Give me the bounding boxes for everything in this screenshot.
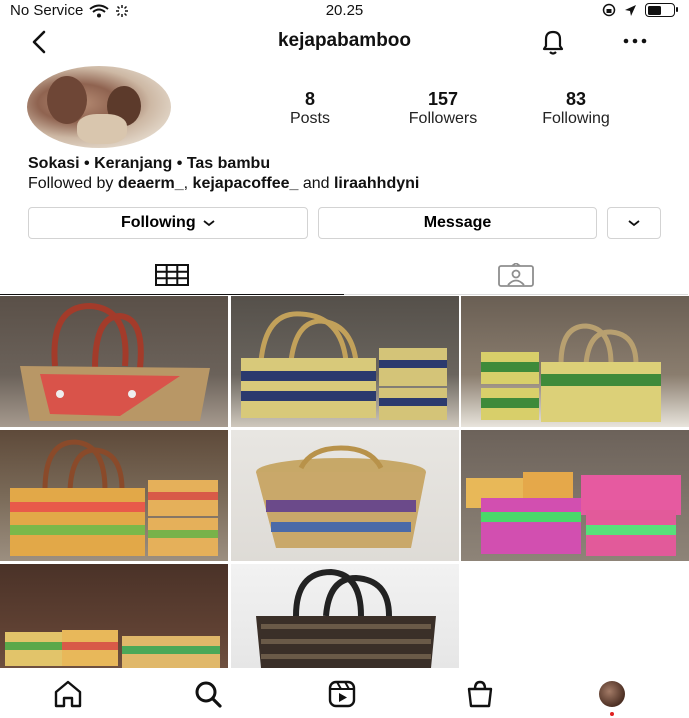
tab-posts-grid[interactable] (0, 255, 344, 295)
message-button-label: Message (423, 214, 492, 231)
status-right (602, 3, 678, 17)
rotation-lock-icon (602, 3, 616, 17)
more-options-icon[interactable] (620, 30, 650, 52)
posts-count: 8 (304, 89, 315, 109)
followed-by-user[interactable]: deaerm_ (118, 175, 184, 192)
basket-photo (466, 472, 681, 556)
basket-photo (481, 323, 661, 422)
notification-dot (610, 712, 614, 716)
location-icon (625, 4, 636, 16)
post-thumbnail[interactable] (0, 564, 228, 668)
followed-by-prefix: Followed by (28, 175, 118, 192)
profile-tabs (0, 255, 689, 295)
following-count: 83 (565, 89, 587, 109)
post-thumbnail[interactable] (461, 430, 689, 561)
basket-photo (5, 630, 220, 668)
bell-icon[interactable] (538, 27, 568, 57)
grid-icon (155, 264, 189, 286)
followed-by-and: and (298, 175, 334, 192)
following-label: Following (542, 110, 610, 127)
home-icon[interactable] (52, 678, 84, 710)
posts-stat[interactable]: 8 Posts (245, 90, 375, 130)
following-stat[interactable]: 83 Following (511, 90, 641, 130)
post-thumbnail[interactable] (231, 564, 459, 668)
message-button[interactable]: Message (318, 207, 597, 239)
following-button[interactable]: Following (28, 207, 308, 239)
profile-avatar[interactable] (27, 66, 171, 148)
followed-by-user[interactable]: liraahhdyni (334, 175, 419, 192)
chevron-down-icon (628, 220, 640, 226)
posts-label: Posts (289, 110, 330, 127)
followers-stat[interactable]: 157 Followers (378, 90, 508, 130)
following-button-label: Following (120, 214, 196, 231)
followed-by[interactable]: Followed by deaerm_, kejapacoffee_ and l… (28, 174, 419, 194)
followers-count: 157 (427, 89, 459, 109)
post-thumbnail[interactable] (0, 430, 228, 561)
basket-photo (10, 439, 218, 556)
basket-photo (20, 302, 210, 421)
profile-avatar-tab[interactable] (599, 681, 625, 707)
followed-by-separator: , (183, 175, 193, 192)
reels-icon[interactable] (326, 678, 358, 710)
post-thumbnail[interactable] (231, 430, 459, 561)
tagged-icon (498, 263, 534, 287)
bottom-nav (0, 668, 689, 718)
chevron-down-icon (203, 220, 215, 226)
status-time: 20.25 (325, 2, 364, 19)
shop-icon[interactable] (464, 678, 496, 710)
post-thumbnail[interactable] (0, 296, 228, 427)
bio-name: Sokasi • Keranjang • Tas bambu (28, 155, 271, 172)
post-thumbnail[interactable] (461, 296, 689, 427)
profile-username: kejapabamboo (277, 30, 412, 51)
suggested-accounts-button[interactable] (607, 207, 661, 239)
basket-photo (241, 311, 447, 420)
tab-tagged[interactable] (344, 255, 688, 295)
status-bar: No Service 20.25 (0, 0, 689, 22)
profile-bio: Sokasi • Keranjang • Tas bambu Followed … (28, 154, 419, 194)
search-icon[interactable] (192, 678, 224, 710)
battery-icon (645, 3, 678, 17)
followers-label: Followers (408, 110, 478, 127)
top-nav: kejapabamboo (0, 22, 689, 60)
post-thumbnail[interactable] (231, 296, 459, 427)
basket-photo (256, 445, 426, 548)
basket-photo (256, 568, 436, 668)
followed-by-user[interactable]: kejapacoffee_ (193, 175, 299, 192)
